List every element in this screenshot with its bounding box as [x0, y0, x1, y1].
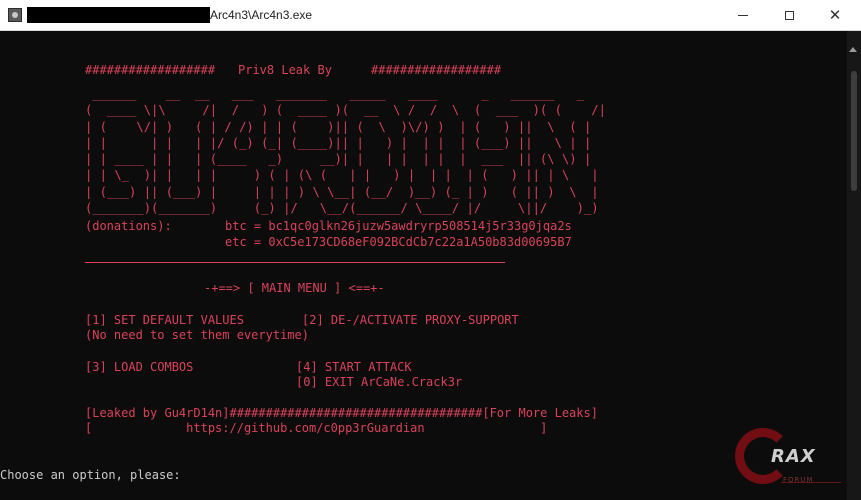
minimize-button[interactable]	[720, 0, 766, 30]
header-left: ##################	[85, 63, 216, 77]
divider-line	[85, 262, 505, 263]
leaked-by-line: [Leaked by Gu4rD14n]####################…	[85, 406, 598, 420]
maximize-icon	[784, 10, 794, 20]
watermark-text: RAX	[771, 446, 816, 467]
ascii-banner: ______ __ __ ___ _______ _____ ____ _ __…	[85, 86, 606, 216]
menu-option-1: [1] SET DEFAULT VALUES	[85, 313, 244, 327]
menu-option-4: [4] START ATTACK	[296, 360, 412, 374]
watermark-subtext: FORUM	[783, 476, 814, 484]
banner-line: | | | | | |/ (_) (_| (____)|| | ) | | | …	[85, 135, 592, 150]
btc-address: btc = bc1qc0glkn26juzw5awdryrp508514j5r3…	[225, 219, 572, 233]
banner-line: ______ __ __ ___ _______ _____ ____ _ __…	[85, 87, 584, 101]
banner-line: | ( \/| ) ( | / /) | | ( )|| ( \ )\/) ) …	[85, 119, 592, 134]
window-title: Arc4n3\Arc4n3.exe	[210, 8, 313, 22]
watermark-logo: RAX FORUM	[733, 424, 848, 500]
menu-option-0: [0] EXIT ArCaNe.Crack3r	[296, 375, 463, 389]
app-icon	[8, 8, 22, 22]
scrollbar-thumb[interactable]	[851, 71, 857, 191]
header-right: ##################	[371, 63, 502, 77]
github-line: [ https://github.com/c0pp3rGuardian ]	[85, 421, 548, 435]
minimize-icon	[738, 14, 748, 16]
banner-line: | (___) || (___) | | | | ) \ \__| (__/ )…	[85, 184, 599, 199]
menu-option-1-note: (No need to set them everytime)	[85, 328, 309, 342]
vertical-scrollbar[interactable]	[847, 31, 861, 500]
etc-address: etc = 0xC5e173CD68eF092BCdCb7c22a1A50b83…	[225, 235, 572, 249]
donations-label: (donations):	[85, 219, 172, 233]
redacted-path	[27, 7, 210, 23]
main-menu-title: -+==> [ MAIN MENU ] <==+-	[204, 281, 385, 295]
banner-line: (_______)(_______) (_) |/ \__/(______/ \…	[85, 201, 599, 216]
input-prompt[interactable]: Choose an option, please:	[0, 467, 181, 483]
window-titlebar: Arc4n3\Arc4n3.exe ✕	[0, 0, 861, 31]
close-icon: ✕	[828, 5, 842, 24]
banner-line: ( ____ \|\ /| / ) ( ____ )( __ \ / / \ (…	[85, 103, 606, 118]
maximize-button[interactable]	[766, 0, 812, 30]
banner-line: | | ____ | | | (____ _) __)| | | | | | |…	[85, 152, 592, 167]
banner-line: | | \_ )| | | | ) ( | (\ ( | | ) | | | |…	[85, 168, 599, 183]
scroll-up-icon[interactable]	[849, 47, 857, 52]
console-area[interactable]: ################## Priv8 Leak By #######…	[0, 31, 847, 500]
close-button[interactable]: ✕	[812, 0, 858, 30]
menu-option-3: [3] LOAD COMBOS	[85, 360, 194, 374]
menu-option-2: [2] DE-/ACTIVATE PROXY-SUPPORT	[302, 313, 519, 327]
header-center: Priv8 Leak By	[238, 63, 332, 77]
